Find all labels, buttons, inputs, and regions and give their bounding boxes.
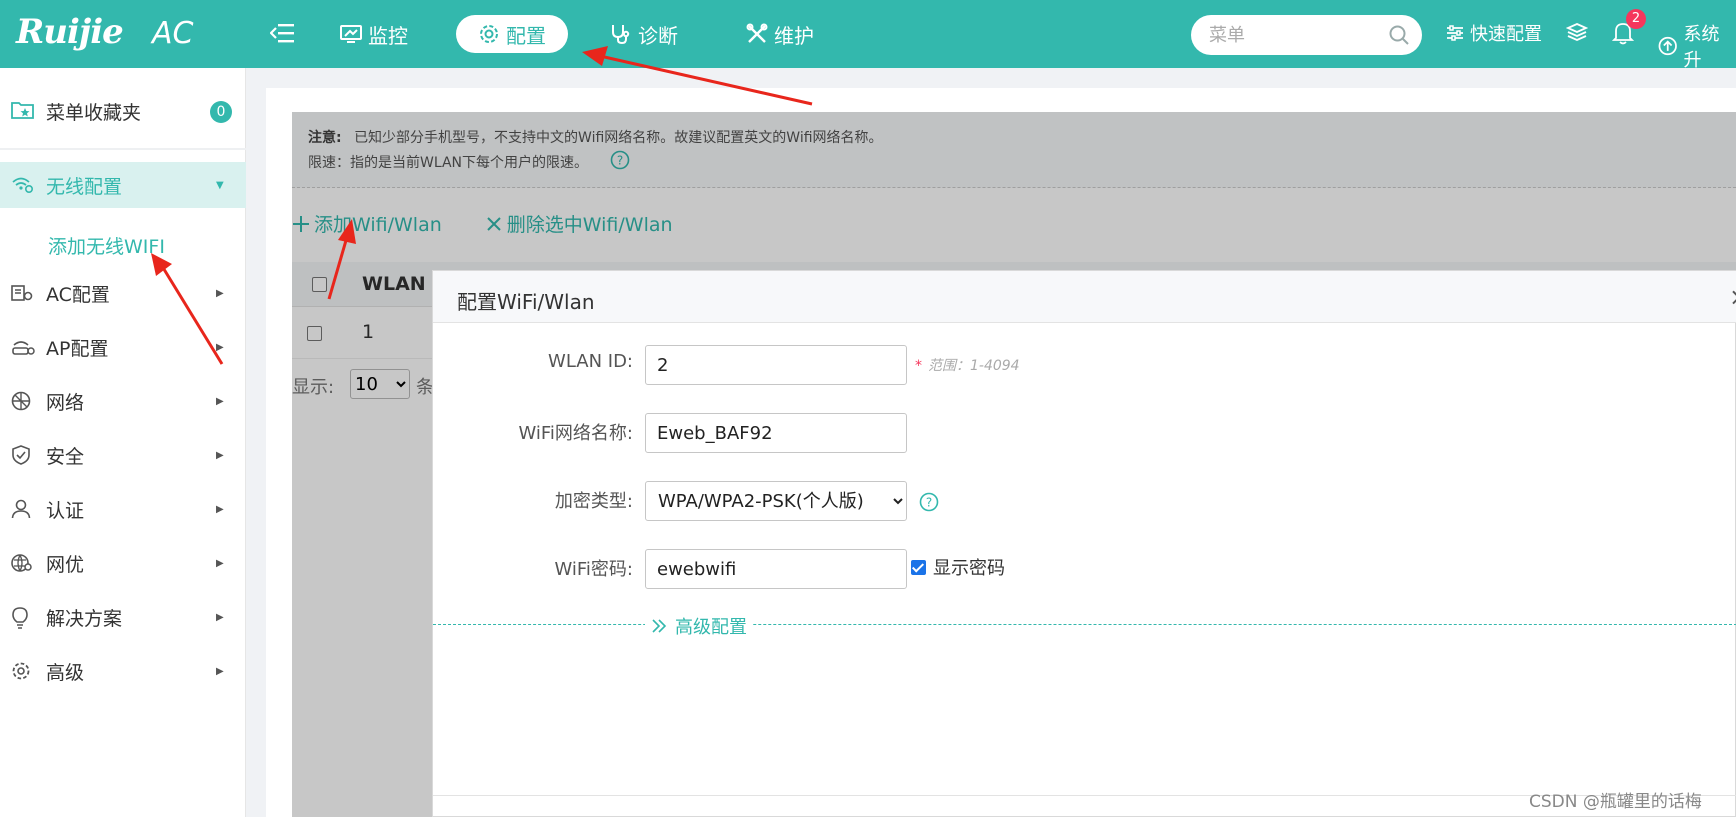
ssid-label: WiFi网络名称:: [518, 423, 633, 444]
chevron-right-icon: ▶: [216, 503, 224, 515]
optimize-icon: [11, 554, 32, 572]
sidebar-item-label: 网络: [46, 391, 85, 414]
gear-icon: [12, 662, 30, 680]
nav-maintain-label: 维护: [774, 23, 814, 48]
sidebar-item-ap[interactable]: AP配置 ▶: [0, 324, 246, 370]
wlan-id-label: WLAN ID:: [548, 351, 633, 372]
top-bar: Ruijie AC 监控 配置 诊断 维护 快速配置: [0, 0, 1736, 68]
system-upgrade-button[interactable]: 系统升: [1658, 20, 1736, 72]
chevron-right-icon: ▶: [216, 557, 224, 569]
nav-diagnose[interactable]: 诊断: [610, 15, 678, 53]
menu-search-input[interactable]: [1209, 23, 1379, 47]
sidebar-item-ac[interactable]: AC配置 ▶: [0, 270, 246, 316]
menu-search-box: [1191, 15, 1422, 55]
watermark: CSDN @瓶罐里的话梅: [1529, 792, 1702, 812]
chevron-right-icon: ▶: [216, 287, 224, 299]
sidebar-item-label: 安全: [46, 445, 85, 468]
dialog-title: 配置WiFi/Wlan: [457, 290, 595, 314]
advanced-config-toggle[interactable]: 高级配置: [645, 613, 753, 639]
system-upgrade-label: 系统升: [1683, 24, 1720, 71]
sidebar-item-label: AC配置: [46, 283, 110, 306]
sidebar: 菜单收藏夹 0 无线配置 ▼ 添加无线WIFI AC配置 ▶ AP配置 ▶ 网络…: [0, 68, 246, 817]
svg-text:?: ?: [926, 496, 932, 510]
show-password-checkbox[interactable]: [911, 559, 926, 575]
show-password-label: 显示密码: [933, 558, 1005, 579]
brand-logo: Ruijie: [16, 12, 124, 52]
chevron-right-icon: ▶: [216, 611, 224, 623]
sidebar-item-auth[interactable]: 认证 ▶: [0, 486, 246, 532]
wlan-id-input[interactable]: [645, 345, 907, 385]
sidebar-item-label: AP配置: [46, 337, 109, 360]
sidebar-item-network[interactable]: 网络 ▶: [0, 378, 246, 424]
chevron-down-icon: ▼: [216, 179, 224, 191]
sliders-icon: [1447, 25, 1463, 41]
close-icon[interactable]: ×: [1729, 283, 1736, 311]
layers-icon[interactable]: [1566, 22, 1588, 42]
ac-icon: [11, 285, 33, 301]
wifi-config-dialog: 配置WiFi/Wlan × WLAN ID: * 范围：1-4094 WiFi网络…: [432, 270, 1736, 817]
ap-icon: [12, 341, 35, 355]
folder-star-icon: [11, 102, 34, 119]
nav-config-label: 配置: [506, 23, 546, 48]
sidebar-item-optimize[interactable]: 网优 ▶: [0, 540, 246, 586]
menu-favorites[interactable]: 菜单收藏夹 0: [0, 68, 246, 150]
nav-diagnose-label: 诊断: [638, 23, 678, 48]
network-icon: [11, 391, 31, 411]
chevron-right-icon: ▶: [216, 449, 224, 461]
show-password-toggle[interactable]: 显示密码: [911, 554, 1005, 580]
help-icon[interactable]: ?: [919, 492, 939, 512]
encryption-label: 加密类型:: [554, 491, 633, 512]
brand-subtitle: AC: [152, 16, 194, 51]
sidebar-item-solutions[interactable]: 解决方案 ▶: [0, 594, 246, 640]
nav-maintain[interactable]: 维护: [746, 15, 814, 53]
dialog-header: 配置WiFi/Wlan ×: [433, 271, 1736, 323]
nav-monitor[interactable]: 监控: [340, 15, 408, 53]
favorites-count-badge: 0: [210, 101, 232, 123]
bulb-icon: [12, 607, 28, 629]
menu-toggle-icon[interactable]: [270, 22, 296, 44]
chevron-right-icon: ▶: [216, 395, 224, 407]
upgrade-icon: [1658, 36, 1677, 56]
password-label: WiFi密码:: [554, 559, 633, 580]
sidebar-item-label: 解决方案: [46, 607, 123, 630]
sidebar-item-label: 认证: [46, 499, 85, 522]
sidebar-subitem-add-wifi[interactable]: 添加无线WIFI: [48, 232, 165, 259]
quick-config-button[interactable]: 快速配置: [1446, 20, 1542, 46]
password-input[interactable]: [645, 549, 907, 589]
chevron-right-icon: ▶: [216, 665, 224, 677]
advanced-config-label: 高级配置: [675, 617, 747, 638]
advanced-divider: [433, 624, 1736, 625]
double-chevron-right-icon: [652, 619, 667, 633]
notification-badge: 2: [1626, 9, 1646, 29]
favorites-label: 菜单收藏夹: [46, 102, 142, 124]
ssid-input[interactable]: [645, 413, 907, 453]
required-mark: *: [915, 358, 922, 374]
wlan-id-range: 范围：1-4094: [928, 358, 1020, 374]
sidebar-item-label: 无线配置: [46, 175, 123, 198]
shield-icon: [12, 445, 30, 465]
wlan-id-hint: * 范围：1-4094: [915, 355, 1020, 375]
user-icon: [11, 499, 31, 519]
sidebar-item-advanced[interactable]: 高级 ▶: [0, 648, 246, 694]
search-icon[interactable]: [1388, 24, 1410, 46]
quick-config-label: 快速配置: [1470, 24, 1542, 45]
encryption-select[interactable]: WPA/WPA2-PSK(个人版): [645, 481, 907, 521]
monitor-icon: [340, 25, 362, 43]
nav-config[interactable]: 配置: [456, 15, 568, 53]
sidebar-item-wireless[interactable]: 无线配置 ▼: [0, 162, 246, 208]
tools-icon: [746, 23, 768, 43]
sidebar-item-label: 高级: [46, 661, 85, 684]
stethoscope-icon: [612, 25, 630, 45]
sidebar-item-label: 网优: [46, 553, 85, 576]
nav-monitor-label: 监控: [368, 23, 408, 48]
wifi-settings-icon: [12, 177, 34, 194]
gear-icon: [480, 25, 498, 43]
chevron-right-icon: ▶: [216, 341, 224, 353]
sidebar-item-security[interactable]: 安全 ▶: [0, 432, 246, 478]
